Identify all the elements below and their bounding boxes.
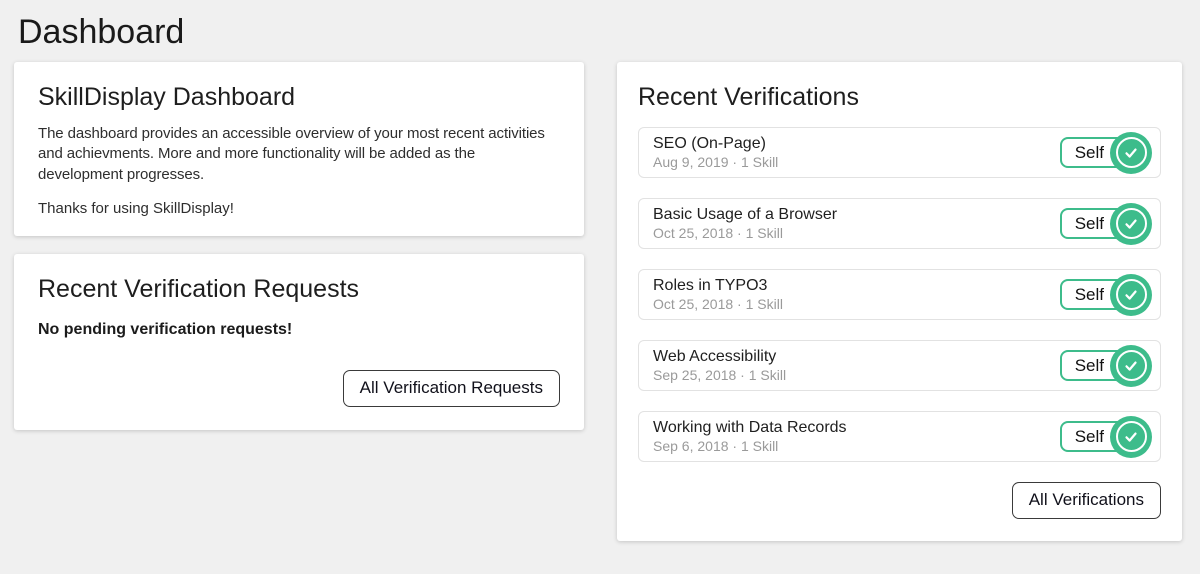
dashboard-description: The dashboard provides an accessible ove…: [38, 124, 560, 185]
verification-title: Web Accessibility: [653, 347, 786, 366]
page-title: Dashboard: [18, 10, 1200, 54]
right-column: Recent Verifications SEO (On-Page) Aug 9…: [617, 62, 1182, 541]
verification-title: Working with Data Records: [653, 418, 847, 437]
verification-item-text: Basic Usage of a Browser Oct 25, 2018 · …: [653, 205, 837, 243]
verification-badge: Self: [1060, 202, 1146, 246]
verification-item-text: SEO (On-Page) Aug 9, 2019 · 1 Skill: [653, 134, 778, 172]
verification-meta: Oct 25, 2018 · 1 Skill: [653, 225, 837, 243]
verification-requests-card: Recent Verification Requests No pending …: [14, 254, 584, 430]
card-title-verification-requests: Recent Verification Requests: [38, 274, 560, 304]
verification-list-item[interactable]: Working with Data Records Sep 6, 2018 · …: [638, 411, 1161, 462]
verification-badge: Self: [1060, 131, 1146, 175]
verification-item-text: Working with Data Records Sep 6, 2018 · …: [653, 418, 847, 456]
verification-title: Basic Usage of a Browser: [653, 205, 837, 224]
skilldisplay-dashboard-card: SkillDisplay Dashboard The dashboard pro…: [14, 62, 584, 236]
verifications-button-row: All Verifications: [638, 482, 1161, 518]
verification-title: Roles in TYPO3: [653, 276, 783, 295]
verification-meta: Sep 6, 2018 · 1 Skill: [653, 438, 847, 456]
dashboard-thanks: Thanks for using SkillDisplay!: [38, 200, 560, 217]
verified-check-icon: [1110, 274, 1152, 316]
verification-badge: Self: [1060, 344, 1146, 388]
requests-button-row: All Verification Requests: [38, 370, 560, 406]
verified-check-icon: [1110, 416, 1152, 458]
verified-check-icon: [1110, 203, 1152, 245]
verification-item-text: Web Accessibility Sep 25, 2018 · 1 Skill: [653, 347, 786, 385]
verification-meta: Sep 25, 2018 · 1 Skill: [653, 367, 786, 385]
verification-meta: Aug 9, 2019 · 1 Skill: [653, 154, 778, 172]
verification-list-item[interactable]: Web Accessibility Sep 25, 2018 · 1 Skill…: [638, 340, 1161, 391]
verification-list-item[interactable]: Roles in TYPO3 Oct 25, 2018 · 1 Skill Se…: [638, 269, 1161, 320]
card-title-recent-verifications: Recent Verifications: [638, 82, 1161, 112]
verification-meta: Oct 25, 2018 · 1 Skill: [653, 296, 783, 314]
verification-title: SEO (On-Page): [653, 134, 778, 153]
verification-badge: Self: [1060, 415, 1146, 459]
verification-list: SEO (On-Page) Aug 9, 2019 · 1 Skill Self…: [638, 127, 1161, 462]
verification-badge: Self: [1060, 273, 1146, 317]
verification-item-text: Roles in TYPO3 Oct 25, 2018 · 1 Skill: [653, 276, 783, 314]
verification-list-item[interactable]: Basic Usage of a Browser Oct 25, 2018 · …: [638, 198, 1161, 249]
card-title-skilldisplay-dashboard: SkillDisplay Dashboard: [38, 82, 560, 112]
dashboard-layout: SkillDisplay Dashboard The dashboard pro…: [14, 62, 1186, 541]
no-pending-requests-message: No pending verification requests!: [38, 321, 560, 339]
verification-list-item[interactable]: SEO (On-Page) Aug 9, 2019 · 1 Skill Self: [638, 127, 1161, 178]
recent-verifications-card: Recent Verifications SEO (On-Page) Aug 9…: [617, 62, 1182, 541]
verified-check-icon: [1110, 345, 1152, 387]
all-verifications-button[interactable]: All Verifications: [1012, 482, 1161, 518]
all-verification-requests-button[interactable]: All Verification Requests: [343, 370, 560, 406]
left-column: SkillDisplay Dashboard The dashboard pro…: [14, 62, 584, 541]
verified-check-icon: [1110, 132, 1152, 174]
